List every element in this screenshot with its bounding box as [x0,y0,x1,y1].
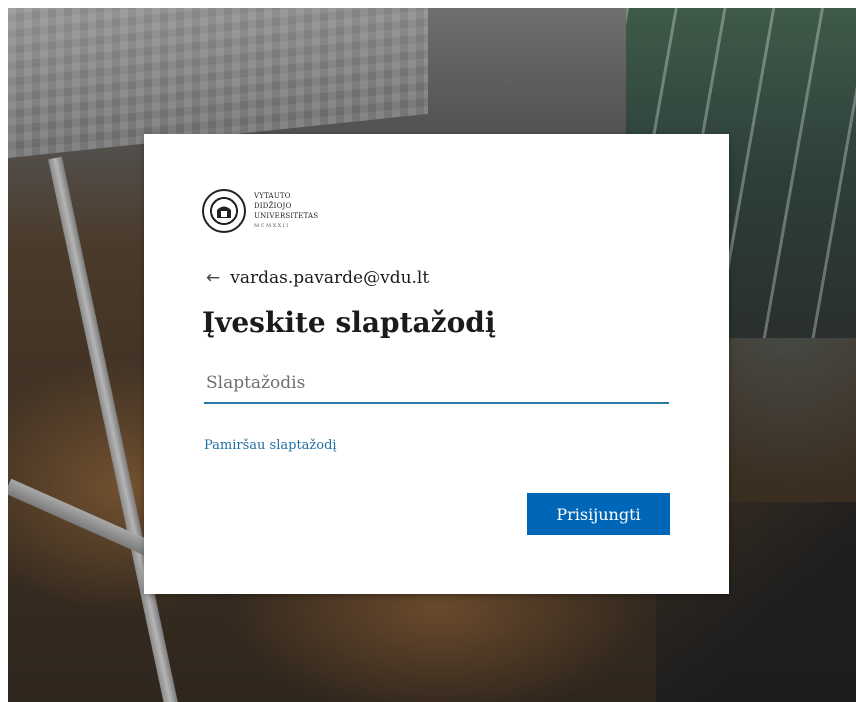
logo-line: MCMXXII [254,223,290,229]
sign-in-card: VYTAUTO DIDŽIOJO UNIVERSITETAS MCMXXII ←… [144,134,729,594]
password-field-wrapper [204,364,669,410]
university-seal-icon [202,189,246,233]
account-email: vardas.pavarde@vdu.lt [230,268,430,288]
logo-line: UNIVERSITETAS [254,212,319,220]
sign-in-button[interactable]: Prisijungti [527,493,670,535]
page-title: Įveskite slaptažodį [202,306,496,339]
logo-line: VYTAUTO [254,192,291,200]
account-identity: ← vardas.pavarde@vdu.lt [206,268,429,288]
university-name: VYTAUTO DIDŽIOJO UNIVERSITETAS MCMXXII [254,191,318,231]
forgot-password-link[interactable]: Pamiršau slaptažodį [204,438,337,453]
logo-line: DIDŽIOJO [254,202,292,210]
password-input[interactable] [204,364,669,404]
university-logo: VYTAUTO DIDŽIOJO UNIVERSITETAS MCMXXII [202,189,318,233]
left-arrow-icon[interactable]: ← [206,268,220,288]
